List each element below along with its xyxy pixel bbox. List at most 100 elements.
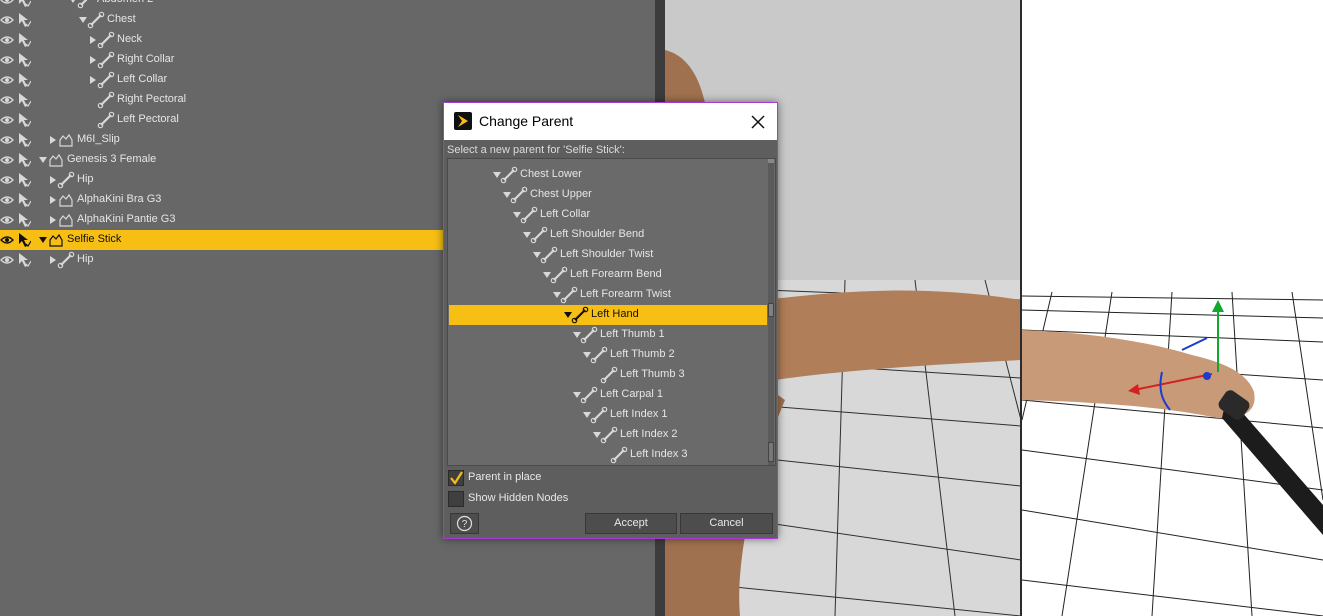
node-type-icon	[510, 186, 528, 204]
tree-node-row[interactable]: Left Carpal 1	[448, 385, 765, 405]
checkmark-icon	[450, 471, 463, 485]
selectable-cursor-icon[interactable]	[17, 192, 32, 208]
selectable-cursor-icon[interactable]	[17, 172, 32, 188]
scene-node-row[interactable]: Chest	[0, 10, 655, 30]
node-type-icon	[550, 266, 568, 284]
scene-node-row[interactable]: Left Collar	[0, 70, 655, 90]
scroll-down-arrow[interactable]	[768, 442, 774, 462]
tree-node-row[interactable]: Left Shoulder Bend	[448, 225, 765, 245]
eye-icon[interactable]	[0, 0, 14, 8]
dialog-prompt: Select a new parent for 'Selfie Stick':	[447, 144, 625, 156]
node-type-icon	[530, 226, 548, 244]
selectable-cursor-icon[interactable]	[17, 252, 32, 268]
selectable-cursor-icon[interactable]	[17, 0, 32, 8]
node-type-icon	[600, 366, 618, 384]
selectable-cursor-icon[interactable]	[17, 112, 32, 128]
node-type-icon	[590, 406, 608, 424]
eye-icon[interactable]	[0, 32, 14, 48]
node-type-icon	[500, 166, 518, 184]
node-type-icon	[97, 51, 115, 69]
bone-icon	[590, 346, 608, 364]
node-type-icon	[97, 71, 115, 89]
scene-node-label: Hip	[77, 173, 94, 185]
node-type-icon	[57, 171, 75, 189]
checkbox-box[interactable]	[448, 470, 464, 486]
bone-icon	[57, 251, 75, 269]
scene-node-label: Abdomen 2	[97, 0, 153, 5]
scroll-up-arrow[interactable]	[768, 159, 774, 163]
tree-scrollbar[interactable]	[768, 159, 774, 465]
eye-icon[interactable]	[0, 252, 14, 268]
selectable-cursor-icon[interactable]	[17, 32, 32, 48]
tree-node-row[interactable]: Chest Lower	[448, 165, 765, 185]
tree-node-row[interactable]: Left Index 2	[448, 425, 765, 445]
node-type-icon	[571, 306, 589, 324]
tree-node-label: Left Thumb 2	[610, 348, 675, 360]
svg-text:?: ?	[462, 519, 468, 530]
question-icon: ?	[456, 515, 473, 532]
eye-icon[interactable]	[0, 72, 14, 88]
cancel-button[interactable]: Cancel	[680, 513, 773, 534]
bone-icon	[97, 31, 115, 49]
tree-node-label: Left Hand	[591, 308, 639, 320]
node-type-icon	[580, 326, 598, 344]
scene-node-label: M6I_Slip	[77, 133, 120, 145]
node-type-icon	[47, 151, 65, 169]
accept-button[interactable]: Accept	[585, 513, 677, 534]
tree-node-row[interactable]: Chest Upper	[448, 185, 765, 205]
tree-node-row-selected[interactable]: Left Hand	[449, 305, 767, 325]
tree-node-label: Left Thumb 1	[600, 328, 665, 340]
bone-icon	[97, 51, 115, 69]
eye-icon[interactable]	[0, 132, 14, 148]
bone-icon	[510, 186, 528, 204]
tree-node-row[interactable]: Left Thumb 2	[448, 345, 765, 365]
selectable-cursor-icon[interactable]	[17, 12, 32, 28]
tree-node-row[interactable]: Left Collar	[448, 205, 765, 225]
viewport-right[interactable]	[1022, 0, 1323, 616]
figure-icon	[59, 193, 73, 207]
tree-node-row[interactable]: Left Thumb 1	[448, 325, 765, 345]
scene-node-label: Left Pectoral	[117, 113, 179, 125]
selectable-cursor-icon[interactable]	[17, 92, 32, 108]
figure-icon	[59, 213, 73, 227]
tree-node-row[interactable]: Left Index 1	[448, 405, 765, 425]
eye-icon[interactable]	[0, 212, 14, 228]
dialog-titlebar[interactable]: Change Parent	[444, 103, 777, 140]
selectable-cursor-icon[interactable]	[17, 52, 32, 68]
scene-node-label: Chest	[107, 13, 136, 25]
tree-node-label: Chest Lower	[520, 168, 582, 180]
eye-icon[interactable]	[0, 172, 14, 188]
tree-node-row[interactable]: Left Forearm Bend	[448, 265, 765, 285]
bone-icon	[77, 0, 88, 9]
viewport-right-scene	[1022, 291, 1323, 616]
selectable-cursor-icon[interactable]	[17, 232, 32, 248]
scroll-handle[interactable]	[768, 303, 774, 317]
scene-node-row[interactable]: Right Collar	[0, 50, 655, 70]
scene-node-row[interactable]: Abdomen 2	[0, 0, 655, 10]
checkbox-box[interactable]	[448, 491, 464, 507]
bone-icon	[520, 206, 538, 224]
bone-icon	[550, 266, 568, 284]
tree-node-row[interactable]: Left Forearm Twist	[448, 285, 765, 305]
eye-icon[interactable]	[0, 192, 14, 208]
tree-node-row[interactable]: Left Thumb 3	[448, 365, 765, 385]
close-button[interactable]	[744, 110, 770, 134]
change-parent-dialog: Change Parent Select a new parent for 'S…	[443, 102, 778, 539]
node-type-icon	[540, 246, 558, 264]
selectable-cursor-icon[interactable]	[17, 152, 32, 168]
scene-node-row[interactable]: Neck	[0, 30, 655, 50]
eye-icon[interactable]	[0, 12, 14, 28]
eye-icon[interactable]	[0, 232, 14, 248]
eye-icon[interactable]	[0, 52, 14, 68]
selectable-cursor-icon[interactable]	[17, 72, 32, 88]
eye-icon[interactable]	[0, 152, 14, 168]
parent-in-place-label: Parent in place	[468, 471, 542, 483]
selectable-cursor-icon[interactable]	[17, 212, 32, 228]
help-button[interactable]: ?	[450, 513, 479, 534]
node-type-icon	[57, 131, 75, 149]
eye-icon[interactable]	[0, 92, 14, 108]
selectable-cursor-icon[interactable]	[17, 132, 32, 148]
eye-icon[interactable]	[0, 112, 14, 128]
tree-node-row[interactable]: Left Shoulder Twist	[448, 245, 765, 265]
tree-node-row[interactable]: Left Index 3	[448, 445, 765, 465]
